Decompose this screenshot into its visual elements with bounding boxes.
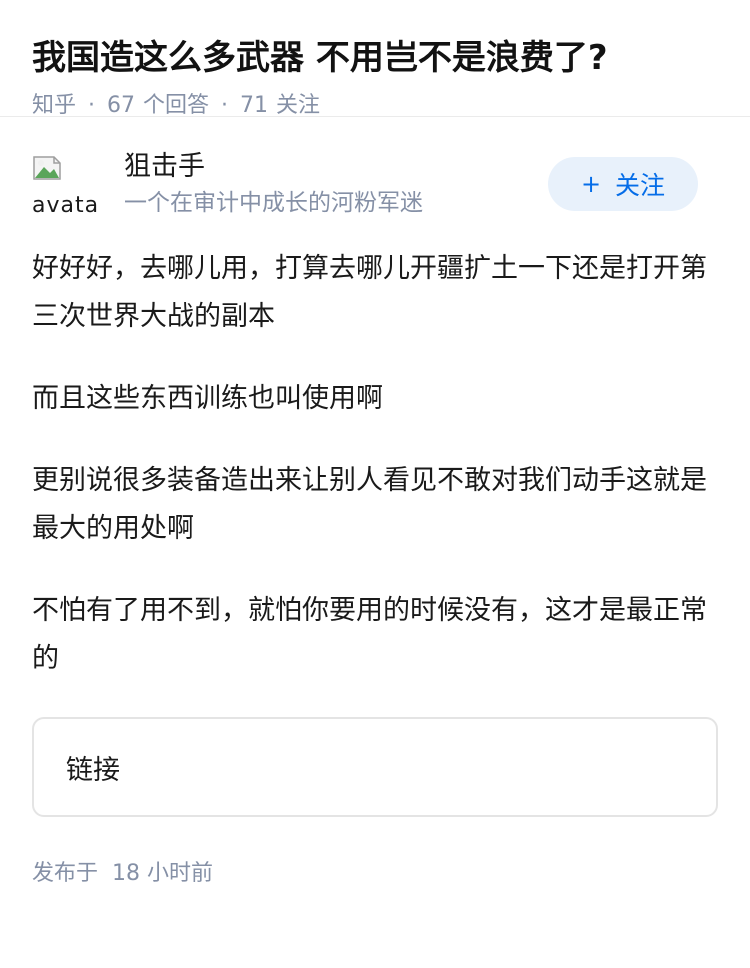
- follower-count-label: 关注: [276, 93, 321, 118]
- author-info: 狙击手 一个在审计中成长的河粉军迷: [124, 147, 423, 219]
- avatar[interactable]: avatar: [32, 151, 98, 217]
- answer-paragraph: 而且这些东西训练也叫使用啊: [32, 383, 383, 414]
- answer-paragraph: 更别说很多装备造出来让别人看见不敢对我们动手这就是最大的用处啊: [32, 465, 707, 544]
- follow-button-label: 关注: [615, 171, 666, 200]
- meta-separator: ·: [88, 93, 96, 118]
- published-label: 发布于: [32, 861, 99, 886]
- follower-count: 71: [240, 93, 269, 118]
- link-card[interactable]: 链接: [32, 717, 718, 817]
- plus-icon: +: [580, 170, 602, 198]
- answer-count: 67: [107, 93, 136, 118]
- question-meta: 知乎 · 67 个回答 · 71 关注: [32, 90, 718, 122]
- question-title[interactable]: 我国造这么多武器 不用岂不是浪费了?: [32, 34, 718, 82]
- meta-separator: ·: [221, 93, 229, 118]
- answer-body: 好好好，去哪儿用，打算去哪儿开疆扩土一下还是打开第三次世界大战的副本 而且这些东…: [0, 245, 750, 683]
- question-header: 我国造这么多武器 不用岂不是浪费了? 知乎 · 67 个回答 · 71 关注: [0, 0, 750, 118]
- follow-button[interactable]: + 关注: [548, 157, 698, 211]
- avatar-alt-text: avatar: [32, 193, 98, 217]
- publish-info: 发布于 18 小时前: [32, 855, 718, 887]
- broken-image-icon: [33, 156, 61, 180]
- answer-count-label: 个回答: [143, 93, 210, 118]
- author-name[interactable]: 狙击手: [124, 147, 423, 187]
- link-card-label: 链接: [66, 754, 120, 786]
- author-row: avatar 狙击手 一个在审计中成长的河粉军迷 +关注: [0, 151, 750, 259]
- answer-paragraph: 不怕有了用不到，就怕你要用的时候没有，这才是最正常的: [32, 595, 707, 674]
- site-name[interactable]: 知乎: [32, 93, 76, 118]
- published-time: 18 小时前: [112, 861, 214, 886]
- answer-paragraph: 好好好，去哪儿用，打算去哪儿开疆扩土一下还是打开第三次世界大战的副本: [32, 253, 707, 332]
- author-bio: 一个在审计中成长的河粉军迷: [124, 190, 423, 216]
